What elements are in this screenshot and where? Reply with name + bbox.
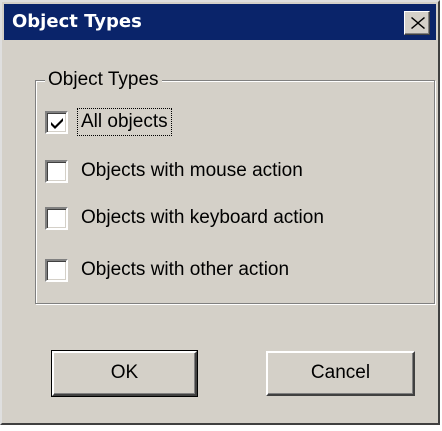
checkbox-box[interactable] <box>45 206 68 230</box>
groupbox-legend: Object Types <box>45 68 162 92</box>
cancel-button[interactable]: Cancel <box>266 351 415 396</box>
checkbox-other-action[interactable]: Objects with other action <box>45 255 289 285</box>
checkbox-mouse-action[interactable]: Objects with mouse action <box>45 156 303 186</box>
close-icon <box>411 17 425 29</box>
checkbox-label: Objects with keyboard action <box>81 207 324 228</box>
ok-button[interactable]: OK <box>51 350 198 397</box>
title-bar[interactable]: Object Types <box>4 4 436 40</box>
checkbox-label: All objects <box>77 108 172 136</box>
object-types-dialog: Object Types Object Types All objects Ob… <box>0 0 440 425</box>
checkbox-box[interactable] <box>45 159 68 183</box>
checkmark-icon <box>51 117 63 129</box>
checkbox-box[interactable] <box>45 110 68 134</box>
checkbox-all-objects[interactable]: All objects <box>45 107 172 137</box>
checkbox-label: Objects with mouse action <box>81 160 303 181</box>
checkbox-label: Objects with other action <box>81 259 290 280</box>
checkbox-keyboard-action[interactable]: Objects with keyboard action <box>45 203 324 233</box>
checkbox-box[interactable] <box>45 258 68 282</box>
dialog-title: Object Types <box>12 11 142 32</box>
close-button[interactable] <box>404 11 430 35</box>
